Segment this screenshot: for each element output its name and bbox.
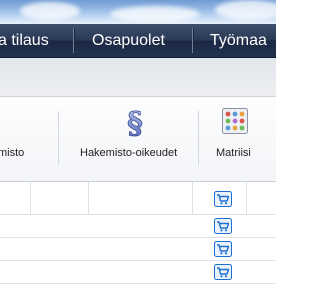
toolbar-matrix-label[interactable]: Matriisi [216,147,251,159]
subheader-strip [0,58,276,97]
data-table [0,182,276,284]
nav-item-order[interactable]: a tilaus [0,24,49,57]
cart-icon[interactable] [214,191,232,212]
toolbar-directory-permissions-label[interactable]: Hakemisto-oikeudet [80,147,177,159]
toolbar-separator [58,111,59,165]
paragraph-icon[interactable]: § [118,105,152,144]
nav-separator [73,28,74,53]
cart-icon[interactable] [214,241,232,262]
table-row [0,261,276,284]
header-background [0,0,285,24]
nav-item-parties[interactable]: Osapuolet [92,24,165,57]
svg-text:§: § [127,106,143,139]
nav-item-worksite[interactable]: Työmaa [210,24,267,57]
toolbar-separator [198,111,199,165]
main-nav: a tilaus Osapuolet Työmaa [0,24,276,58]
table-row [0,182,276,215]
table-row [0,215,276,238]
table-row [0,238,276,261]
toolbar-directory-label[interactable]: misto [0,147,24,159]
toolbar: misto § Hakemisto-oikeudet Matriisi [0,97,276,182]
cart-icon[interactable] [214,218,232,239]
cart-icon[interactable] [214,264,232,285]
nav-separator [192,28,193,53]
matrix-icon[interactable] [221,107,249,140]
